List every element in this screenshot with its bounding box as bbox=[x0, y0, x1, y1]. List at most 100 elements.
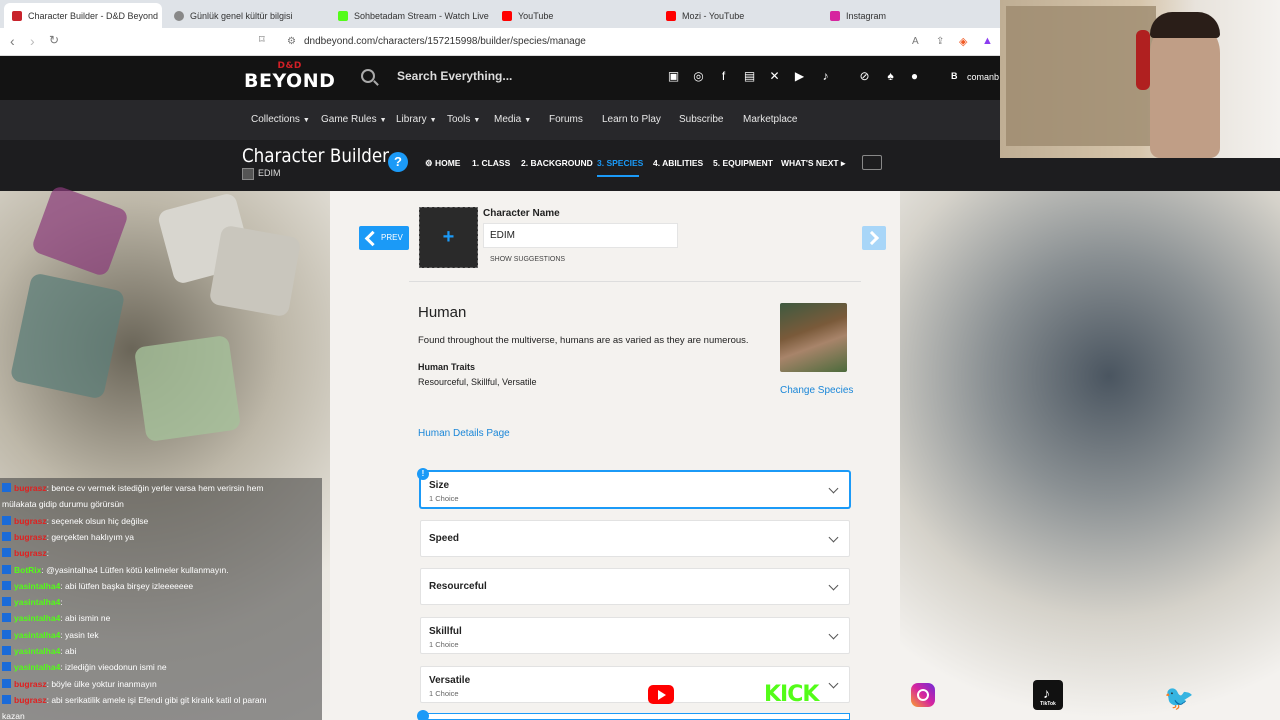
nav-label: Tools bbox=[447, 114, 471, 125]
character-name-field[interactable] bbox=[483, 223, 678, 248]
tab-youtube[interactable]: YouTube bbox=[494, 3, 654, 28]
dndbeyond-logo[interactable]: D&D BEYOND bbox=[244, 62, 335, 91]
chat-username: bugrasz bbox=[14, 531, 47, 542]
tab-genel-kultur[interactable]: Günlük genel kültür bilgisi bbox=[166, 3, 326, 28]
accordion-speed[interactable]: Speed bbox=[420, 520, 850, 557]
tab-label: Mozi - YouTube bbox=[682, 10, 745, 21]
kick-logo: KICK bbox=[764, 682, 819, 707]
page-title: Character Builder bbox=[242, 145, 390, 167]
reload-icon[interactable]: ↻ bbox=[49, 33, 59, 47]
facebook-icon[interactable]: f bbox=[717, 70, 730, 83]
tiktok-label: TikTok bbox=[1040, 701, 1056, 707]
discord-icon[interactable]: ▣ bbox=[667, 70, 680, 83]
show-suggestions-link[interactable]: SHOW SUGGESTIONS bbox=[490, 256, 565, 263]
bookmark-icon[interactable]: ⌑ bbox=[259, 33, 265, 46]
youtube-icon[interactable]: ▶ bbox=[793, 70, 806, 83]
step-whats-next[interactable]: WHAT'S NEXT ▸ bbox=[781, 158, 845, 169]
nav-label: Game Rules bbox=[321, 114, 377, 125]
rewards-icon[interactable]: ▲ bbox=[982, 35, 993, 47]
user-name[interactable]: comanb bbox=[967, 72, 999, 82]
streamer-hair bbox=[1150, 12, 1220, 38]
nav-media[interactable]: Media ▼ bbox=[494, 114, 531, 125]
change-species-link[interactable]: Change Species bbox=[780, 385, 853, 396]
chat-badge-icon bbox=[2, 515, 11, 525]
chat-username: BotRix bbox=[14, 564, 42, 575]
nav-marketplace[interactable]: Marketplace bbox=[743, 114, 797, 125]
step-class[interactable]: 1. CLASS bbox=[472, 158, 510, 168]
dice-art bbox=[9, 272, 126, 400]
accordion-skillful[interactable]: Skillful 1 Choice bbox=[420, 617, 850, 654]
chevron-down-icon bbox=[828, 483, 839, 494]
chat-username: yasintalha4 bbox=[14, 662, 61, 673]
character-sheet-icon[interactable] bbox=[862, 155, 882, 170]
chat-badge-icon bbox=[2, 662, 11, 672]
instagram-icon[interactable]: ◎ bbox=[692, 70, 705, 83]
chat-message: bugrasz: gerçekten haklıyım ya bbox=[2, 531, 134, 543]
caret-down-icon: ▼ bbox=[379, 117, 387, 124]
step-equipment[interactable]: 5. EQUIPMENT bbox=[713, 158, 773, 168]
maps-icon[interactable]: ⊘ bbox=[858, 70, 871, 83]
accordion-title: Resourceful bbox=[429, 581, 487, 592]
prev-button[interactable]: PREV bbox=[359, 226, 409, 250]
dndbeyond-favicon-icon bbox=[12, 10, 22, 21]
brave-shield-icon[interactable]: ◈ bbox=[959, 35, 967, 48]
chat-text: : abi serikatilik amele işi Efendi gibi … bbox=[46, 694, 267, 705]
accordion-resourceful[interactable]: Resourceful bbox=[420, 568, 850, 605]
nav-forums[interactable]: Forums bbox=[549, 114, 583, 125]
chat-message: bugrasz: bbox=[2, 547, 49, 559]
tiktok-overlay-icon: TikTok ♪ bbox=[1033, 680, 1063, 710]
step-background[interactable]: 2. BACKGROUND bbox=[521, 158, 593, 168]
back-icon[interactable]: ‹ bbox=[10, 33, 15, 49]
nav-collections[interactable]: Collections ▼ bbox=[251, 114, 310, 125]
step-home[interactable]: ⚙ HOME bbox=[425, 158, 460, 169]
chat-text: : izlediğin vieodonun ismi ne bbox=[60, 662, 167, 673]
site-settings-icon[interactable]: ⚙ bbox=[287, 36, 296, 47]
url-field[interactable]: dndbeyond.com/characters/157215998/build… bbox=[304, 36, 586, 47]
accordion-next[interactable] bbox=[420, 713, 850, 720]
x-icon[interactable]: ✕ bbox=[768, 70, 781, 83]
active-step-indicator bbox=[597, 175, 639, 177]
forward-icon[interactable]: › bbox=[30, 33, 35, 49]
portrait-upload[interactable]: + bbox=[419, 207, 478, 268]
chat-username: yasintalha4 bbox=[14, 646, 61, 656]
share-icon[interactable]: ⇪ bbox=[936, 36, 944, 47]
chat-message: BotRix: @yasintalha4 Lütfen kötü kelimel… bbox=[2, 564, 229, 576]
nav-label: Library bbox=[396, 114, 427, 125]
character-avatar-icon bbox=[242, 168, 254, 180]
alert-badge-icon: ! bbox=[417, 468, 429, 480]
chat-username: bugrasz bbox=[14, 548, 47, 559]
tab-mozi-youtube[interactable]: Mozi - YouTube bbox=[658, 3, 818, 28]
chat-text: : @yasintalha4 Lütfen kötü kelimeler kul… bbox=[41, 564, 229, 575]
help-icon[interactable]: ? bbox=[388, 152, 408, 172]
nav-subscribe[interactable]: Subscribe bbox=[679, 114, 723, 125]
species-details-link[interactable]: Human Details Page bbox=[418, 428, 510, 439]
next-button[interactable] bbox=[862, 226, 886, 250]
chat-text: : gerçekten haklıyım ya bbox=[46, 531, 134, 542]
accordion-size[interactable]: Size 1 Choice bbox=[420, 471, 850, 508]
notifications-icon[interactable]: ♠ bbox=[884, 70, 897, 83]
tab-kick-stream[interactable]: Sohbetadam Stream - Watch Live on bbox=[330, 3, 490, 28]
chat-badge-icon bbox=[2, 531, 11, 541]
twitch-icon[interactable]: ▤ bbox=[743, 70, 756, 83]
caret-down-icon: ▼ bbox=[524, 117, 532, 124]
search-icon[interactable] bbox=[361, 69, 375, 83]
close-tab-icon[interactable]: × bbox=[158, 10, 162, 22]
chat-badge-icon bbox=[2, 548, 11, 558]
chat-text: : bbox=[60, 597, 63, 608]
nav-library[interactable]: Library ▼ bbox=[396, 114, 437, 125]
nav-tools[interactable]: Tools ▼ bbox=[447, 114, 480, 125]
tiktok-icon[interactable]: ♪ bbox=[819, 70, 832, 83]
tab-dndbeyond[interactable]: Character Builder - D&D Beyond × bbox=[4, 3, 162, 28]
chat-text: : seçenek olsun hiç değilse bbox=[46, 515, 149, 526]
nav-learn-to-play[interactable]: Learn to Play bbox=[602, 114, 661, 125]
chat-icon[interactable]: ● bbox=[908, 70, 921, 83]
search-input[interactable]: Search Everything... bbox=[397, 69, 512, 83]
step-abilities[interactable]: 4. ABILITIES bbox=[653, 158, 703, 168]
user-avatar[interactable]: B bbox=[951, 71, 958, 81]
tab-instagram[interactable]: Instagram bbox=[822, 3, 992, 28]
caret-down-icon: ▼ bbox=[473, 117, 481, 124]
chat-badge-icon bbox=[2, 646, 11, 655]
translate-icon[interactable]: A bbox=[912, 36, 919, 47]
step-species[interactable]: 3. SPECIES bbox=[597, 158, 643, 168]
nav-game-rules[interactable]: Game Rules ▼ bbox=[321, 114, 387, 125]
